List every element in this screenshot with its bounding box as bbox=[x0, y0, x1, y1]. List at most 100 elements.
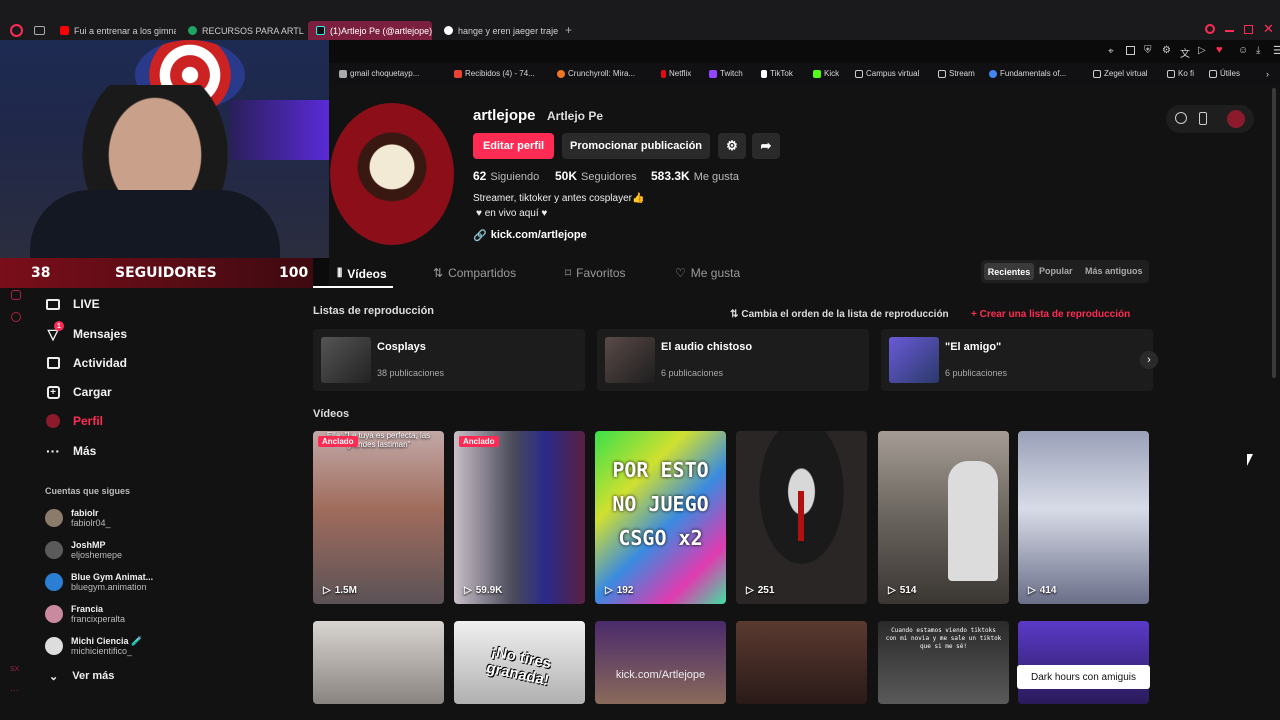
video-thumbnail[interactable]: Cuando estamos viendo tiktoks con mi nov… bbox=[878, 621, 1009, 704]
maximize-icon[interactable] bbox=[1244, 25, 1253, 34]
avatar bbox=[45, 541, 63, 559]
video-thumbnail[interactable]: Ella: "La tuya es perfecta, las grandes … bbox=[313, 431, 444, 604]
tab-label: (1)Artlejo Pe (@artlejope) bbox=[330, 25, 432, 36]
video-thumbnail[interactable]: kick.com/Artlejope bbox=[595, 621, 726, 704]
tab-videos[interactable]: ⦀ Vídeos bbox=[337, 266, 387, 281]
settings-gear-icon[interactable]: ⚙ bbox=[718, 133, 746, 159]
following-account[interactable]: JoshMP eljoshemepe bbox=[45, 540, 122, 560]
opera-logo-icon[interactable] bbox=[10, 24, 23, 37]
playlist-card[interactable]: "El amigo" 6 publicaciones bbox=[881, 329, 1153, 391]
sort-popular[interactable]: Popular bbox=[1039, 266, 1073, 276]
nav-live[interactable]: LIVE bbox=[45, 296, 100, 312]
browser-tab-active[interactable]: (1)Artlejo Pe (@artlejope) bbox=[308, 21, 432, 40]
stat-followers[interactable]: 50K Seguidores bbox=[555, 169, 637, 183]
video-thumbnail[interactable] bbox=[1018, 621, 1149, 704]
video-thumbnail[interactable]: ¡No tires granada! bbox=[454, 621, 585, 704]
heart-icon[interactable]: ♥ bbox=[1216, 44, 1223, 56]
bookmark[interactable]: Campus virtual bbox=[855, 69, 919, 78]
browser-tab-1[interactable]: Fui a entrenar a los gimna bbox=[52, 21, 176, 40]
video-thumbnail[interactable]: Anclado ▷ 59.9K bbox=[454, 431, 585, 604]
bookmark[interactable]: Zegel virtual bbox=[1093, 69, 1148, 78]
easy-setup-icon[interactable]: ☰ bbox=[1273, 44, 1280, 57]
following-account[interactable]: Francia francixperalta bbox=[45, 604, 125, 624]
profile-link[interactable]: 🔗 kick.com/artlejope bbox=[473, 229, 587, 242]
bookmark-label: Stream bbox=[949, 69, 975, 78]
tab-label: Compartidos bbox=[448, 266, 517, 280]
bookmark[interactable]: Netflix bbox=[661, 69, 691, 78]
minimize-icon[interactable] bbox=[1225, 30, 1234, 32]
more-small-icon: ··· bbox=[10, 685, 19, 695]
close-icon[interactable]: ✕ bbox=[1263, 21, 1274, 37]
following-account[interactable]: Blue Gym Animat... bluegym.animation bbox=[45, 572, 153, 592]
nav-messages[interactable]: ▽ 1 Mensajes bbox=[45, 321, 127, 342]
tab-shared[interactable]: ⇅ Compartidos bbox=[433, 266, 516, 280]
tab-label: Fui a entrenar a los gimna bbox=[74, 25, 176, 36]
bookmark-folder[interactable]: Stream bbox=[938, 69, 975, 78]
vpn-icon[interactable]: ⚙ bbox=[1162, 45, 1171, 56]
browser-tab-2[interactable]: RECURSOS PARA ARTLE bbox=[180, 21, 304, 40]
tab-favorites[interactable]: ⌑ Favoritos bbox=[565, 266, 626, 280]
following-account[interactable]: fabiolr fabiolr04_ bbox=[45, 508, 111, 528]
bookmarks-overflow-icon[interactable]: › bbox=[1266, 69, 1269, 79]
views-count: 514 bbox=[899, 585, 917, 596]
share-icon[interactable]: ➦ bbox=[752, 133, 780, 159]
nav-upload[interactable]: + Cargar bbox=[45, 384, 112, 400]
tab-menu-icon[interactable] bbox=[34, 26, 45, 35]
live-small-icon[interactable] bbox=[11, 290, 21, 300]
phone-icon[interactable] bbox=[1199, 112, 1207, 125]
bookmark[interactable]: gmail choquetayp... bbox=[339, 69, 419, 78]
shield-icon[interactable]: ⛨ bbox=[1144, 45, 1152, 56]
account-icon[interactable]: ☺ bbox=[1238, 45, 1248, 56]
bookmark-folder[interactable]: Útiles bbox=[1209, 69, 1240, 78]
stat-following[interactable]: 62 Siguiendo bbox=[473, 169, 539, 183]
video-thumbnail[interactable] bbox=[313, 621, 444, 704]
compass-icon[interactable] bbox=[1175, 112, 1187, 124]
tab-likes[interactable]: ♡ Me gusta bbox=[675, 266, 740, 280]
playlist-card[interactable]: Cosplays 38 publicaciones bbox=[313, 329, 585, 391]
nav-more[interactable]: ··· Más bbox=[45, 443, 96, 459]
play-icon: ▷ bbox=[746, 585, 754, 596]
bookmark-folder[interactable]: Ko fi bbox=[1167, 69, 1194, 78]
bookmark[interactable]: Kick bbox=[813, 69, 839, 78]
bookmark[interactable]: Recibidos (4) - 74... bbox=[454, 69, 535, 78]
pin-icon[interactable]: ⌖ bbox=[1108, 46, 1114, 57]
video-thumbnail[interactable]: ▷ 514 bbox=[878, 431, 1009, 604]
search-icon[interactable] bbox=[1205, 24, 1215, 34]
video-thumbnail[interactable] bbox=[736, 621, 867, 704]
new-tab-button[interactable]: + bbox=[565, 23, 572, 37]
playlist-count: 38 publicaciones bbox=[377, 368, 445, 378]
chevron-right-icon[interactable]: › bbox=[1140, 351, 1158, 369]
following-account[interactable]: Michi Ciencia 🧪 michicientifico_ bbox=[45, 636, 142, 656]
play-icon[interactable]: ▷ bbox=[1198, 45, 1206, 56]
download-icon[interactable]: ⤓ bbox=[1256, 45, 1260, 56]
nav-profile[interactable]: Perfil bbox=[45, 413, 103, 429]
playlist-card[interactable]: El audio chistoso 6 publicaciones bbox=[597, 329, 869, 391]
account-name: Blue Gym Animat... bbox=[71, 572, 154, 582]
profile-avatar[interactable] bbox=[330, 103, 454, 245]
sort-recent[interactable]: Recientes bbox=[984, 263, 1034, 280]
bookmark[interactable]: Fundamentals of... bbox=[989, 69, 1066, 78]
video-caption: kick.com/Artlejope bbox=[615, 669, 706, 681]
bookmark[interactable]: TikTok bbox=[761, 69, 793, 78]
upload-icon: + bbox=[45, 384, 61, 400]
explore-small-icon[interactable] bbox=[11, 312, 21, 322]
reorder-playlists-button[interactable]: ⇅ Cambia el orden de la lista de reproduc… bbox=[730, 309, 949, 320]
user-avatar-icon[interactable] bbox=[1227, 110, 1245, 128]
translate-icon[interactable]: 文 bbox=[1180, 45, 1190, 60]
account-handle: francixperalta bbox=[71, 614, 126, 624]
avatar bbox=[45, 573, 63, 591]
create-playlist-button[interactable]: + Crear una lista de reproducción bbox=[971, 309, 1130, 320]
page-scrollbar[interactable] bbox=[1272, 88, 1276, 378]
browser-tab-4[interactable]: hange y eren jaeger traje bbox=[436, 21, 560, 40]
video-thumbnail[interactable]: ▷ 251 bbox=[736, 431, 867, 604]
snapshot-icon[interactable] bbox=[1126, 46, 1135, 55]
video-thumbnail[interactable]: POR ESTO NO JUEGO CSGO x2 ▷ 192 bbox=[595, 431, 726, 604]
nav-activity[interactable]: Actividad bbox=[45, 355, 127, 371]
sort-oldest[interactable]: Más antiguos bbox=[1085, 266, 1143, 276]
edit-profile-button[interactable]: Editar perfil bbox=[473, 133, 554, 159]
see-more-button[interactable]: ⌄ Ver más bbox=[49, 670, 114, 683]
bookmark[interactable]: Twitch bbox=[709, 69, 743, 78]
video-thumbnail[interactable]: ▷ 414 bbox=[1018, 431, 1149, 604]
bookmark[interactable]: Crunchyroll: Mira... bbox=[557, 69, 635, 78]
promote-post-button[interactable]: Promocionar publicación bbox=[562, 133, 710, 159]
